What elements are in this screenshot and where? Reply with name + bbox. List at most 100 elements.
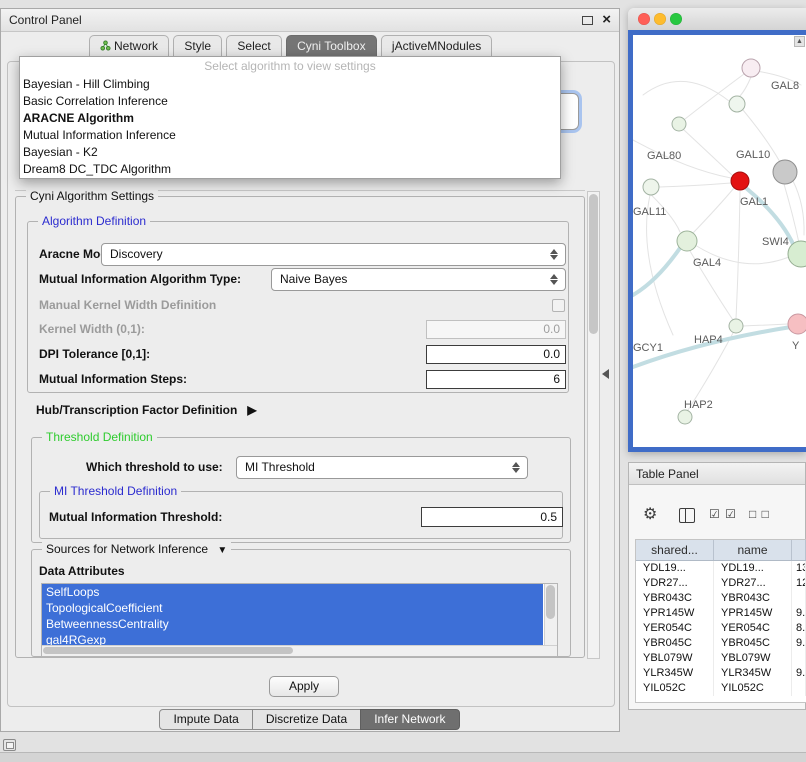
table-row[interactable]: YBR043CYBR043C xyxy=(636,591,806,606)
deselect-columns-icon[interactable]: □ □ xyxy=(749,507,770,521)
table-cell: YBR043C xyxy=(714,591,792,606)
splitter-collapse-icon[interactable] xyxy=(602,369,609,379)
mi-type-select[interactable]: Naive Bayes xyxy=(271,268,566,291)
control-panel-titlebar[interactable]: Control Panel × xyxy=(1,9,619,32)
table-cell: YLR345W xyxy=(714,666,792,681)
tab-cyni-toolbox[interactable]: Cyni Toolbox xyxy=(286,35,376,56)
hub-section-toggle[interactable]: Hub/Transcription Factor Definition▶ xyxy=(36,403,257,417)
selected-value: Naive Bayes xyxy=(280,272,347,286)
manual-kernel-checkbox[interactable] xyxy=(552,299,565,312)
table-row[interactable]: YDL19...YDL19...13 xyxy=(636,561,806,576)
minimize-traffic-light[interactable] xyxy=(654,13,666,25)
network-node[interactable] xyxy=(788,241,806,267)
tab-select[interactable]: Select xyxy=(226,35,281,56)
dropdown-item[interactable]: Bayesian - Hill Climbing xyxy=(20,76,560,93)
list-item[interactable]: BetweennessCentrality xyxy=(42,616,543,632)
column-header[interactable]: shared... xyxy=(636,540,714,560)
table-cell: YBR043C xyxy=(636,591,714,606)
which-threshold-select[interactable]: MI Threshold xyxy=(236,456,528,479)
network-node[interactable] xyxy=(729,319,743,333)
table-row[interactable]: YPR145WYPR145W9. xyxy=(636,606,806,621)
columns-icon[interactable] xyxy=(679,508,695,523)
group-title: Algorithm Definition xyxy=(38,214,150,228)
chevron-down-icon[interactable]: ▼ xyxy=(217,545,227,556)
network-node[interactable] xyxy=(678,410,692,424)
select-all-columns-icon[interactable]: ☑ ☑ xyxy=(709,507,737,521)
tab-network[interactable]: Network xyxy=(89,35,169,56)
network-node[interactable] xyxy=(773,160,797,184)
group-title: MI Threshold Definition xyxy=(50,484,181,498)
mi-steps-field[interactable]: 6 xyxy=(426,370,566,389)
list-horizontal-scrollbar[interactable] xyxy=(42,645,557,656)
network-node[interactable] xyxy=(729,96,745,112)
control-panel-tab-bar: Network Style Select Cyni Toolbox jActiv… xyxy=(89,35,493,57)
tab-infer-network[interactable]: Infer Network xyxy=(360,709,459,730)
group-title: Cyni Algorithm Settings xyxy=(26,189,158,203)
tab-jactivemnodules[interactable]: jActiveMNodules xyxy=(381,35,492,56)
tab-impute-data[interactable]: Impute Data xyxy=(159,709,252,730)
network-node[interactable] xyxy=(672,117,686,131)
settings-scrollbar[interactable] xyxy=(587,191,600,659)
network-node-label: GCY1 xyxy=(633,342,663,354)
dropdown-item[interactable]: Mutual Information Inference xyxy=(20,127,560,144)
network-node-label: GAL11 xyxy=(633,206,666,218)
scroll-up-icon[interactable]: ▲ xyxy=(794,36,805,47)
scrollbar-thumb[interactable] xyxy=(546,585,555,619)
minimized-panel-icon[interactable] xyxy=(3,739,16,751)
network-node[interactable] xyxy=(731,172,749,190)
close-icon[interactable]: × xyxy=(602,10,611,30)
network-node[interactable] xyxy=(643,179,659,195)
gear-icon[interactable]: ⚙ xyxy=(643,504,657,524)
chevron-right-icon[interactable]: ▶ xyxy=(247,403,256,417)
mi-threshold-field[interactable]: 0.5 xyxy=(421,507,563,527)
scrollbar-thumb[interactable] xyxy=(43,647,293,654)
network-node-label: HAP2 xyxy=(684,399,713,411)
selected-value: Discovery xyxy=(110,247,163,261)
list-item[interactable]: TopologicalCoefficient xyxy=(42,600,543,616)
scrollbar-thumb[interactable] xyxy=(589,194,598,334)
bottom-taskbar xyxy=(0,752,806,762)
network-window-titlebar[interactable] xyxy=(628,8,806,31)
network-edge[interactable] xyxy=(659,183,731,187)
table-cell: YIL052C xyxy=(714,681,792,696)
network-edge[interactable] xyxy=(793,181,804,235)
table-row[interactable]: YBR045CYBR045C9. xyxy=(636,636,806,651)
network-canvas[interactable]: GAL8GAL80GAL10GAL11GAL1SWI4GAL4GCY1HAP4Y… xyxy=(633,35,806,447)
close-traffic-light[interactable] xyxy=(638,13,650,25)
dropdown-item[interactable]: Dream8 DC_TDC Algorithm xyxy=(20,161,560,178)
network-edge[interactable] xyxy=(643,81,729,101)
network-edge[interactable] xyxy=(633,248,680,295)
dropdown-item[interactable]: Bayesian - K2 xyxy=(20,144,560,161)
group-title: Sources for Network Inference ▼ xyxy=(42,542,231,556)
tab-style[interactable]: Style xyxy=(173,35,222,56)
aracne-mode-select[interactable]: Discovery xyxy=(101,243,566,266)
list-item[interactable]: SelfLoops xyxy=(42,584,543,600)
tab-discretize-data[interactable]: Discretize Data xyxy=(252,709,361,730)
table-row[interactable]: YBL079WYBL079W xyxy=(636,651,806,666)
network-node[interactable] xyxy=(788,314,806,334)
zoom-traffic-light[interactable] xyxy=(670,13,682,25)
dpi-tolerance-field[interactable]: 0.0 xyxy=(426,345,566,364)
apply-button[interactable]: Apply xyxy=(269,676,339,697)
network-edge[interactable] xyxy=(684,130,732,175)
table-row[interactable]: YLR345WYLR345W9. xyxy=(636,666,806,681)
network-edge[interactable] xyxy=(736,191,740,319)
table-row[interactable]: YER054CYER054C8. xyxy=(636,621,806,636)
network-edge[interactable] xyxy=(739,77,751,97)
float-window-icon[interactable] xyxy=(582,16,593,25)
dropdown-item[interactable]: Basic Correlation Inference xyxy=(20,93,560,110)
column-header[interactable]: name xyxy=(714,540,792,560)
column-header[interactable] xyxy=(792,540,806,560)
dropdown-item-selected[interactable]: ARACNE Algorithm xyxy=(20,110,560,127)
network-node[interactable] xyxy=(742,59,760,77)
network-node[interactable] xyxy=(677,231,697,251)
network-edge[interactable] xyxy=(693,188,734,233)
table-row[interactable]: YIL052CYIL052C xyxy=(636,681,806,696)
table-panel-titlebar[interactable]: Table Panel xyxy=(629,463,805,485)
tab-label: Select xyxy=(237,39,270,53)
network-edge[interactable] xyxy=(743,324,788,326)
kernel-width-field[interactable]: 0.0 xyxy=(426,320,566,339)
dropdown-placeholder-item[interactable]: Select algorithm to view settings xyxy=(20,57,560,76)
list-vertical-scrollbar[interactable] xyxy=(544,584,557,646)
table-row[interactable]: YDR27...YDR27...12 xyxy=(636,576,806,591)
